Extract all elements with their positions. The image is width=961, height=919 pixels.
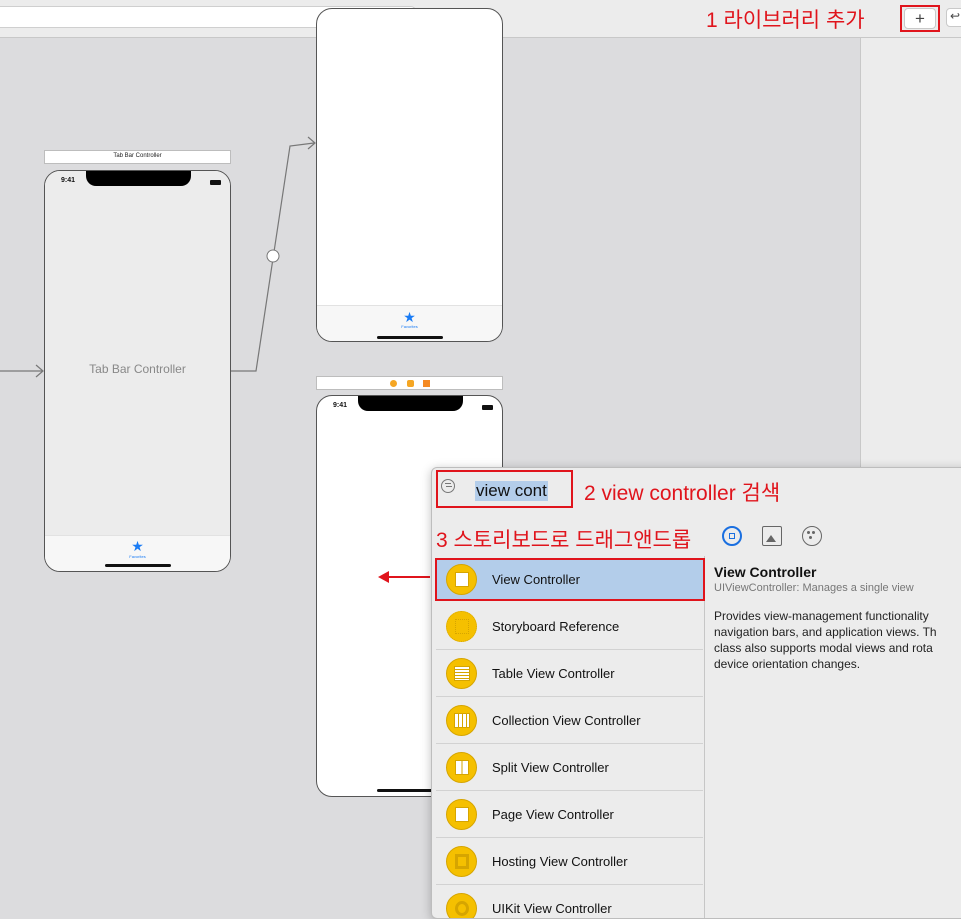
library-search-input[interactable]: view cont <box>475 481 548 501</box>
favorites-star-icon[interactable]: ★ <box>317 310 502 324</box>
battery-indicator-icon <box>210 180 221 185</box>
back-arrow-button[interactable]: ↩ <box>946 8 961 27</box>
tab-bar-controller-title: Tab Bar Controller <box>89 362 186 376</box>
page-view-controller-icon <box>446 799 477 830</box>
library-item-hosting-view-controller[interactable]: Hosting View Controller <box>436 838 703 885</box>
media-tab-icon[interactable] <box>762 526 782 546</box>
split-view-controller-icon <box>446 752 477 783</box>
drag-arrow-head-icon <box>378 571 389 583</box>
library-item-label: Storyboard Reference <box>492 619 620 634</box>
device-notch-top <box>85 171 191 186</box>
library-item-label: UIKit View Controller <box>492 901 612 916</box>
library-item-label: Collection View Controller <box>492 713 641 728</box>
annotation-add-library: 1 라이브러리 추가 <box>706 9 865 32</box>
library-item-label: Split View Controller <box>492 760 609 775</box>
scene-dock[interactable] <box>316 376 503 390</box>
favorites-view-controller-scene[interactable]: ★ Favorites <box>316 8 503 342</box>
view-controller-dock-icon[interactable] <box>390 380 397 387</box>
library-item-label: Page View Controller <box>492 807 614 822</box>
library-item-view-controller[interactable]: View Controller <box>435 558 705 601</box>
colors-tab-icon[interactable] <box>802 526 822 546</box>
scene-label-tab-bar-controller[interactable]: Tab Bar Controller <box>44 150 231 164</box>
library-item-label: View Controller <box>492 572 580 587</box>
tab-item-label: Favorites <box>129 554 146 559</box>
new-scene-battery-icon <box>482 405 493 410</box>
first-responder-icon[interactable] <box>407 380 414 387</box>
objects-tab-icon[interactable] <box>722 526 742 546</box>
star-icon[interactable]: ★ <box>45 539 230 553</box>
annotation-drag: 3 스토리보드로 드래그앤드롭 <box>436 529 692 552</box>
exit-icon[interactable] <box>423 380 430 387</box>
library-item-uikit-view-controller[interactable]: UIKit View Controller <box>436 885 703 918</box>
table-view-controller-icon <box>446 658 477 689</box>
library-item-detail: View Controller UIViewController: Manage… <box>714 564 961 672</box>
drag-arrow-line <box>388 576 430 578</box>
object-library-popup: view cont 2 view controller 검색 3 스토리보드로 … <box>431 467 961 919</box>
library-item-split-view-controller[interactable]: Split View Controller <box>436 744 703 791</box>
view-controller-icon <box>446 564 477 595</box>
library-item-list: View Controller Storyboard Reference Tab… <box>432 556 705 918</box>
library-item-label: Hosting View Controller <box>492 854 628 869</box>
uikit-view-controller-icon <box>446 893 477 918</box>
annotation-search: 2 view controller 검색 <box>584 482 781 505</box>
add-library-button-highlight: + <box>900 5 940 32</box>
favorites-tab-bar: ★ Favorites <box>317 305 502 341</box>
back-arrow-icon: ↩ <box>950 9 961 23</box>
scene-background <box>45 171 230 535</box>
new-scene-status-time: 9:41 <box>333 402 348 409</box>
library-item-table-view-controller[interactable]: Table View Controller <box>436 650 703 697</box>
collection-view-controller-icon <box>446 705 477 736</box>
add-library-button[interactable]: + <box>904 8 936 29</box>
new-scene-notch <box>357 396 463 411</box>
hosting-view-controller-icon <box>446 846 477 877</box>
tab-bar-controller-scene[interactable]: 9:41 9:41 Tab Bar Controller ★ Favorites <box>44 170 231 572</box>
detail-title: View Controller <box>714 564 817 580</box>
storyboard-reference-icon <box>446 611 477 642</box>
favorites-tab-label: Favorites <box>401 324 418 329</box>
detail-subtitle: UIViewController: Manages a single view <box>714 582 914 594</box>
detail-description: Provides view-management functionality n… <box>714 609 937 671</box>
library-item-page-view-controller[interactable]: Page View Controller <box>436 791 703 838</box>
library-item-collection-view-controller[interactable]: Collection View Controller <box>436 697 703 744</box>
status-time-label: 9:41 <box>61 177 76 184</box>
library-item-label: Table View Controller <box>492 666 615 681</box>
search-highlight: view cont <box>436 470 573 508</box>
library-item-storyboard-reference[interactable]: Storyboard Reference <box>436 603 703 650</box>
home-indicator <box>104 564 171 567</box>
favorites-home-indicator <box>376 336 443 339</box>
tab-bar: ★ Favorites <box>45 535 230 571</box>
